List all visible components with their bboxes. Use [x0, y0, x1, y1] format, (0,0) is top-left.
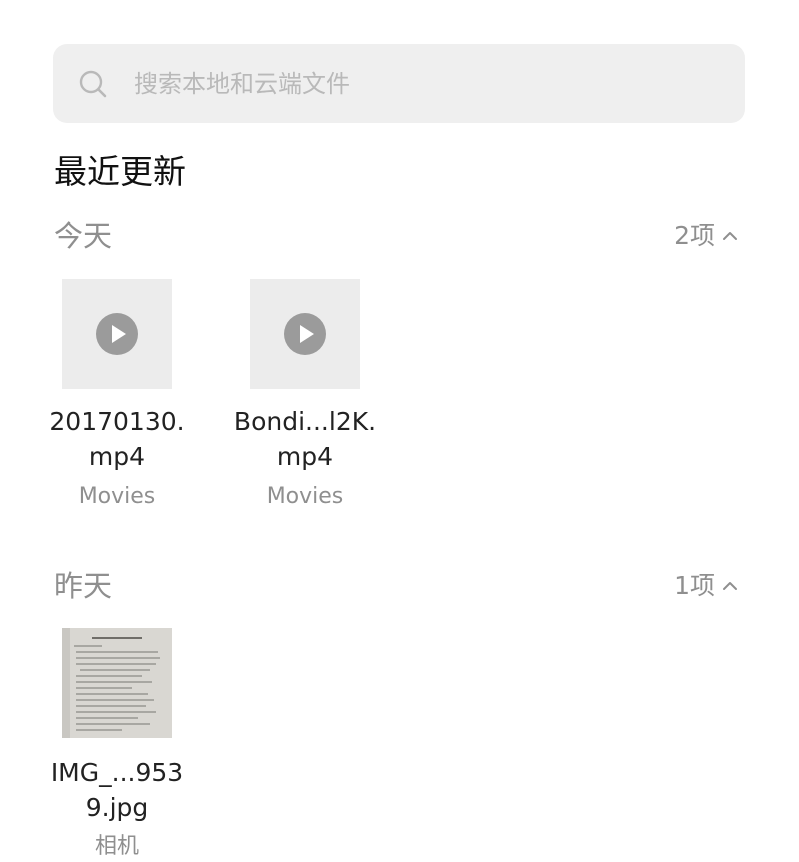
search-icon — [79, 70, 107, 98]
chevron-up-icon — [723, 232, 737, 240]
video-thumbnail[interactable] — [62, 279, 172, 389]
group-title-today: 今天 — [54, 219, 113, 253]
file-name[interactable]: Bondi...l2K. mp4 — [205, 404, 405, 474]
file-source: Movies — [266, 484, 344, 509]
play-icon — [96, 313, 138, 355]
group-title-yesterday: 昨天 — [54, 569, 113, 603]
video-thumbnail[interactable] — [250, 279, 360, 389]
file-name-line: 20170130. — [49, 407, 185, 436]
chevron-up-icon — [723, 582, 737, 590]
file-name-line: IMG_...953 — [50, 758, 184, 787]
page-title: 最近更新 — [54, 152, 186, 191]
file-name-line: Bondi...l2K. — [233, 407, 377, 436]
group-toggle-yesterday[interactable]: 1项 — [674, 570, 739, 602]
file-source: Movies — [78, 484, 156, 509]
file-name[interactable]: IMG_...953 9.jpg — [17, 755, 217, 825]
file-source: 相机 — [94, 834, 139, 859]
group-count-label: 2项 — [674, 221, 715, 250]
search-input[interactable]: 搜索本地和云端文件 — [134, 66, 350, 102]
play-icon — [284, 313, 326, 355]
file-name-line: mp4 — [276, 442, 334, 471]
file-name-line: 9.jpg — [85, 793, 149, 822]
group-toggle-today[interactable]: 2项 — [674, 220, 739, 252]
file-name[interactable]: 20170130. mp4 — [17, 404, 217, 474]
file-name-line: mp4 — [88, 442, 146, 471]
group-count-label: 1项 — [674, 571, 715, 600]
image-thumbnail[interactable] — [62, 628, 172, 738]
document-photo-icon — [62, 628, 172, 738]
